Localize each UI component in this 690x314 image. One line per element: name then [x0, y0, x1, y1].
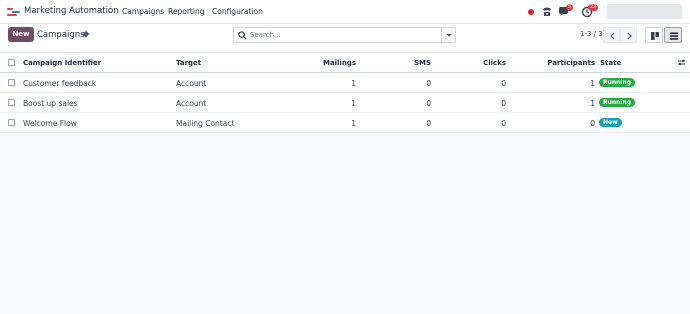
activity-badge: 22	[588, 4, 599, 11]
campaign-mailings: 1	[351, 99, 356, 108]
campaign-clicks: 0	[501, 79, 506, 88]
campaign-sms: 0	[426, 99, 431, 108]
row-checkbox[interactable]	[8, 79, 15, 86]
campaign-name[interactable]: Boost up sales	[23, 99, 78, 108]
new-button[interactable]: New	[8, 27, 34, 42]
column-target[interactable]: Target	[176, 59, 201, 67]
control-panel: New Campaigns 1-3 / 3	[0, 24, 690, 53]
campaign-name[interactable]: Customer feedback	[23, 79, 96, 88]
table-header: Campaign Identifier Target Mailings SMS …	[0, 53, 690, 73]
campaign-clicks: 0	[501, 119, 506, 128]
optional-columns-icon[interactable]	[677, 58, 686, 67]
menu-campaigns[interactable]: Campaigns	[122, 7, 164, 16]
row-checkbox[interactable]	[8, 119, 15, 126]
kanban-view-button[interactable]	[645, 27, 663, 43]
pager-value[interactable]: 1-3 / 3	[580, 30, 603, 38]
state-badge: Running	[599, 98, 636, 107]
list-view-button[interactable]	[664, 27, 682, 43]
campaign-target: Account	[176, 79, 207, 88]
chevron-left-icon	[610, 32, 615, 40]
chevron-right-icon	[627, 32, 632, 40]
campaign-clicks: 0	[501, 99, 506, 108]
campaign-sms: 0	[426, 79, 431, 88]
table-row[interactable]: Customer feedback Account 1 0 0 1 Runnin…	[0, 73, 690, 93]
column-state[interactable]: State	[600, 59, 621, 67]
state-badge: New	[599, 118, 622, 127]
kanban-icon	[651, 32, 659, 40]
search-options-toggle[interactable]	[441, 28, 455, 42]
pager-next-button[interactable]	[620, 27, 637, 43]
campaign-target: Mailing Contact	[176, 119, 235, 128]
state-badge: Running	[599, 78, 636, 87]
caret-down-icon	[446, 34, 452, 37]
top-navbar: Marketing Automation Campaigns Reporting…	[0, 0, 690, 24]
campaign-target: Account	[176, 99, 207, 108]
row-checkbox[interactable]	[8, 99, 15, 106]
chat-badge: 5	[566, 4, 574, 11]
search-icon	[238, 31, 247, 40]
campaign-participants: 1	[590, 79, 595, 88]
search-bar	[233, 27, 456, 43]
breadcrumb: Campaigns	[37, 30, 85, 40]
gear-icon[interactable]	[82, 30, 90, 38]
select-all-checkbox[interactable]	[8, 59, 15, 66]
menu-configuration[interactable]: Configuration	[212, 7, 263, 16]
campaign-sms: 0	[426, 119, 431, 128]
campaign-name[interactable]: Welcome Flow	[23, 119, 77, 128]
app-name[interactable]: Marketing Automation	[24, 6, 119, 16]
app-logo-icon[interactable]	[7, 7, 20, 17]
list-icon	[670, 32, 678, 40]
menu-reporting[interactable]: Reporting	[168, 7, 204, 16]
campaign-participants: 1	[590, 99, 595, 108]
column-participants[interactable]: Participants	[530, 59, 595, 67]
record-dot-icon[interactable]	[528, 9, 534, 15]
campaign-mailings: 1	[351, 119, 356, 128]
campaign-mailings: 1	[351, 79, 356, 88]
phone-icon[interactable]	[541, 6, 553, 18]
pager-previous-button[interactable]	[603, 27, 620, 43]
campaign-participants: 0	[590, 119, 595, 128]
column-sms[interactable]: SMS	[390, 59, 431, 67]
table-row[interactable]: Welcome Flow Mailing Contact 1 0 0 0 New	[0, 113, 690, 133]
table-row[interactable]: Boost up sales Account 1 0 0 1 Running	[0, 93, 690, 113]
column-campaign-identifier[interactable]: Campaign Identifier	[23, 59, 101, 67]
column-mailings[interactable]: Mailings	[300, 59, 356, 67]
search-input[interactable]	[250, 29, 440, 41]
column-clicks[interactable]: Clicks	[460, 59, 506, 67]
user-menu[interactable]	[607, 4, 682, 19]
